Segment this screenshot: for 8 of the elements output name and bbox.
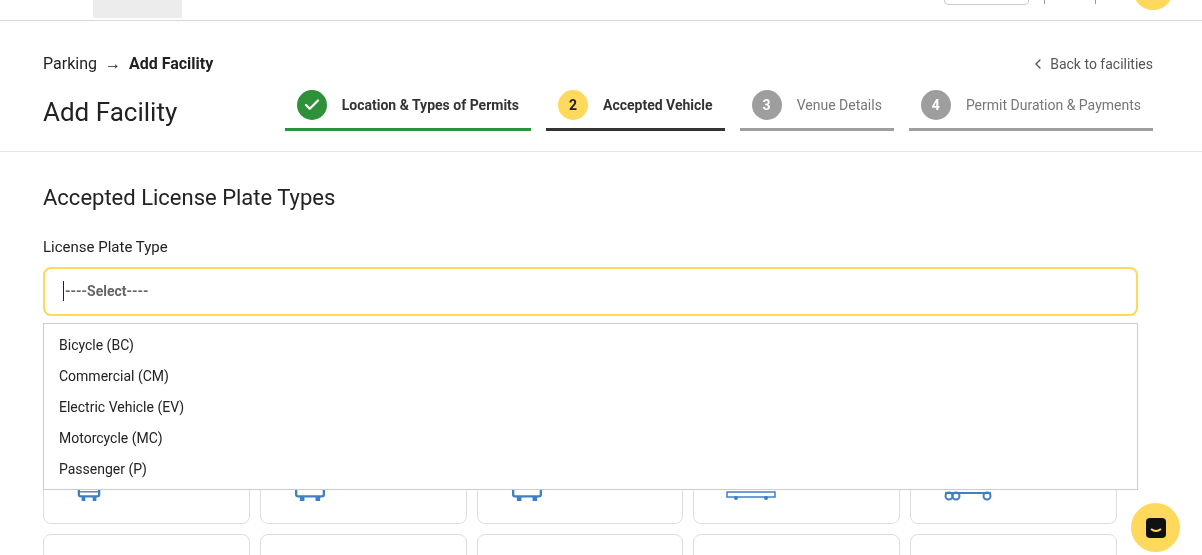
step-number: 4 (920, 90, 951, 120)
breadcrumb-current: Add Facility (128, 53, 214, 75)
step-number: 2 (558, 90, 589, 120)
breadcrumb-arrow: → (104, 53, 121, 75)
step-number: 3 (751, 90, 782, 120)
section-title: Accepted License Plate Types (43, 184, 337, 212)
page-title: Add Facility (43, 99, 178, 125)
field-label: License Plate Type (43, 237, 169, 258)
